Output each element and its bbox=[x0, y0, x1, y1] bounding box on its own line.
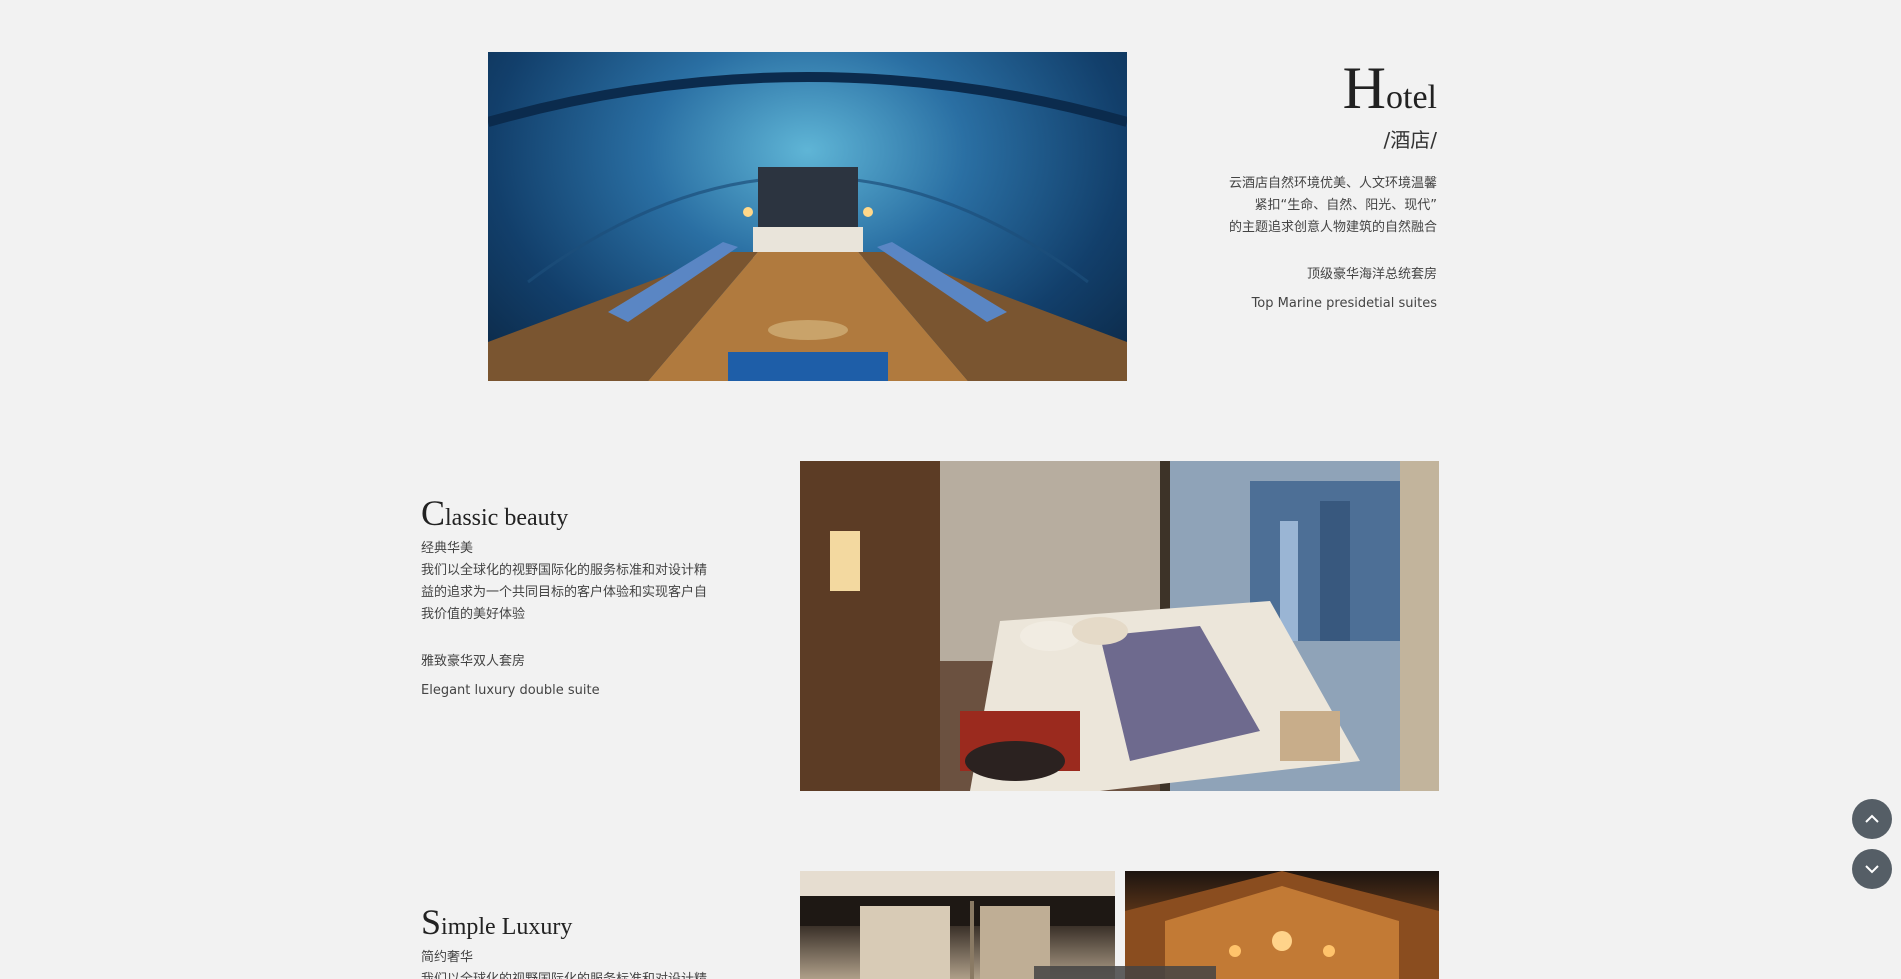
classic-suite-name-cn: 雅致豪华双人套房 bbox=[421, 654, 526, 669]
classic-title-cap: C bbox=[421, 493, 446, 533]
simple-title-cap: S bbox=[421, 902, 442, 942]
classic-title: Classic beauty bbox=[421, 495, 721, 531]
hotel-desc-line: 云酒店自然环境优美、人文环境温馨 bbox=[1228, 176, 1437, 191]
scroll-up-button[interactable] bbox=[1852, 799, 1892, 839]
classic-section-text: Classic beauty 经典华美 我们以全球化的视野国际化的服务标准和对设… bbox=[421, 495, 721, 698]
classic-description: 我们以全球化的视野国际化的服务标准和对设计精 益的追求为一个共同目标的客户体验和… bbox=[421, 560, 721, 626]
hotel-section-text: Hotel /酒店/ 云酒店自然环境优美、人文环境温馨 紧扣“生命、自然、阳光、… bbox=[1137, 58, 1437, 311]
simple-title: Simple Luxury bbox=[421, 904, 721, 940]
simple-luxury-photo-1 bbox=[800, 871, 1115, 979]
double-suite-photo bbox=[800, 461, 1439, 791]
overlay-strip bbox=[1034, 966, 1216, 979]
hotel-title: Hotel bbox=[1137, 58, 1437, 118]
simple-subtitle: 简约奢华 bbox=[421, 950, 474, 965]
classic-desc-line: 我们以全球化的视野国际化的服务标准和对设计精 bbox=[421, 563, 708, 578]
classic-suite-name-en: Elegant luxury double suite bbox=[421, 683, 600, 698]
simple-section-text: Simple Luxury 简约奢华 我们以全球化的视野国际化的服务标准和对设计… bbox=[421, 904, 721, 979]
page: Hotel /酒店/ 云酒店自然环境优美、人文环境温馨 紧扣“生命、自然、阳光、… bbox=[0, 0, 1901, 979]
classic-subtitle: 经典华美 bbox=[421, 541, 474, 556]
simple-luxury-photo-2 bbox=[1125, 871, 1439, 979]
hotel-desc-line: 的主题追求创意人物建筑的自然融合 bbox=[1228, 220, 1437, 235]
hotel-suite-name-en: Top Marine presidetial suites bbox=[1251, 296, 1437, 311]
hotel-suite-name-cn: 顶级豪华海洋总统套房 bbox=[1306, 267, 1437, 282]
chevron-down-icon bbox=[1865, 865, 1879, 874]
hotel-title-rest: otel bbox=[1386, 79, 1437, 116]
hotel-title-cap: H bbox=[1342, 55, 1387, 121]
simple-title-rest: imple Luxury bbox=[441, 914, 573, 940]
classic-desc-line: 我价值的美好体验 bbox=[421, 607, 526, 622]
hotel-description: 云酒店自然环境优美、人文环境温馨 紧扣“生命、自然、阳光、现代” 的主题追求创意… bbox=[1137, 173, 1437, 239]
scroll-down-button[interactable] bbox=[1852, 849, 1892, 889]
chevron-up-icon bbox=[1865, 814, 1879, 823]
simple-desc-line: 我们以全球化的视野国际化的服务标准和对设计精 bbox=[421, 969, 721, 979]
classic-title-rest: lassic beauty bbox=[445, 505, 569, 531]
hotel-subtitle: /酒店/ bbox=[1383, 128, 1437, 152]
simple-description: 我们以全球化的视野国际化的服务标准和对设计精 bbox=[421, 969, 721, 979]
classic-desc-line: 益的追求为一个共同目标的客户体验和实现客户自 bbox=[421, 585, 708, 600]
hotel-desc-line: 紧扣“生命、自然、阳光、现代” bbox=[1254, 198, 1437, 213]
underwater-suite-photo bbox=[488, 52, 1127, 381]
